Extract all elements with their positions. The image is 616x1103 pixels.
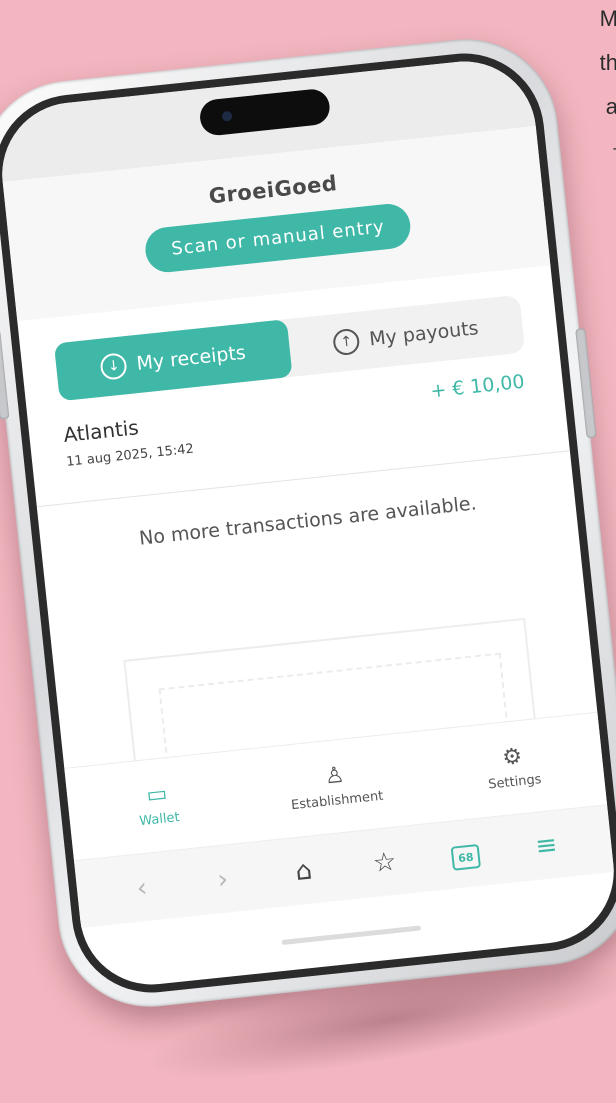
menu-icon[interactable]: ≡ bbox=[525, 828, 568, 862]
tab-label: My receipts bbox=[135, 341, 247, 375]
background-text: th bbox=[599, 50, 616, 75]
tab-my-receipts[interactable]: ↓ My receipts bbox=[53, 319, 293, 402]
back-icon[interactable]: ‹ bbox=[120, 871, 163, 905]
phone-screen: GroeiGoed Scan or manual entry ↓ My rece… bbox=[0, 54, 616, 992]
home-indicator bbox=[281, 925, 422, 946]
phone-mockup: GroeiGoed Scan or manual entry ↓ My rece… bbox=[0, 30, 616, 1016]
nav-label: Establishment bbox=[290, 788, 384, 813]
empty-message: No more transactions are available. bbox=[138, 492, 478, 550]
tabs-count: 68 bbox=[450, 844, 481, 871]
gear-icon: ⚙ bbox=[501, 743, 524, 771]
arrow-down-circle-icon: ↓ bbox=[99, 352, 129, 381]
tabs-button[interactable]: 68 bbox=[444, 836, 487, 872]
wallet-icon: ▭ bbox=[145, 780, 169, 808]
tab-my-payouts[interactable]: ↑ My payouts bbox=[287, 295, 526, 377]
nav-label: Wallet bbox=[138, 809, 181, 829]
forward-icon[interactable]: › bbox=[201, 862, 244, 896]
background-text: a bbox=[605, 94, 616, 119]
home-icon[interactable]: ⌂ bbox=[282, 854, 325, 888]
background-text: M bbox=[599, 6, 616, 31]
favorites-icon[interactable]: ☆ bbox=[363, 845, 406, 879]
person-icon: ♙ bbox=[323, 762, 346, 790]
nav-label: Settings bbox=[487, 771, 543, 793]
arrow-up-circle-icon: ↑ bbox=[332, 327, 361, 357]
tab-label: My payouts bbox=[368, 317, 480, 351]
